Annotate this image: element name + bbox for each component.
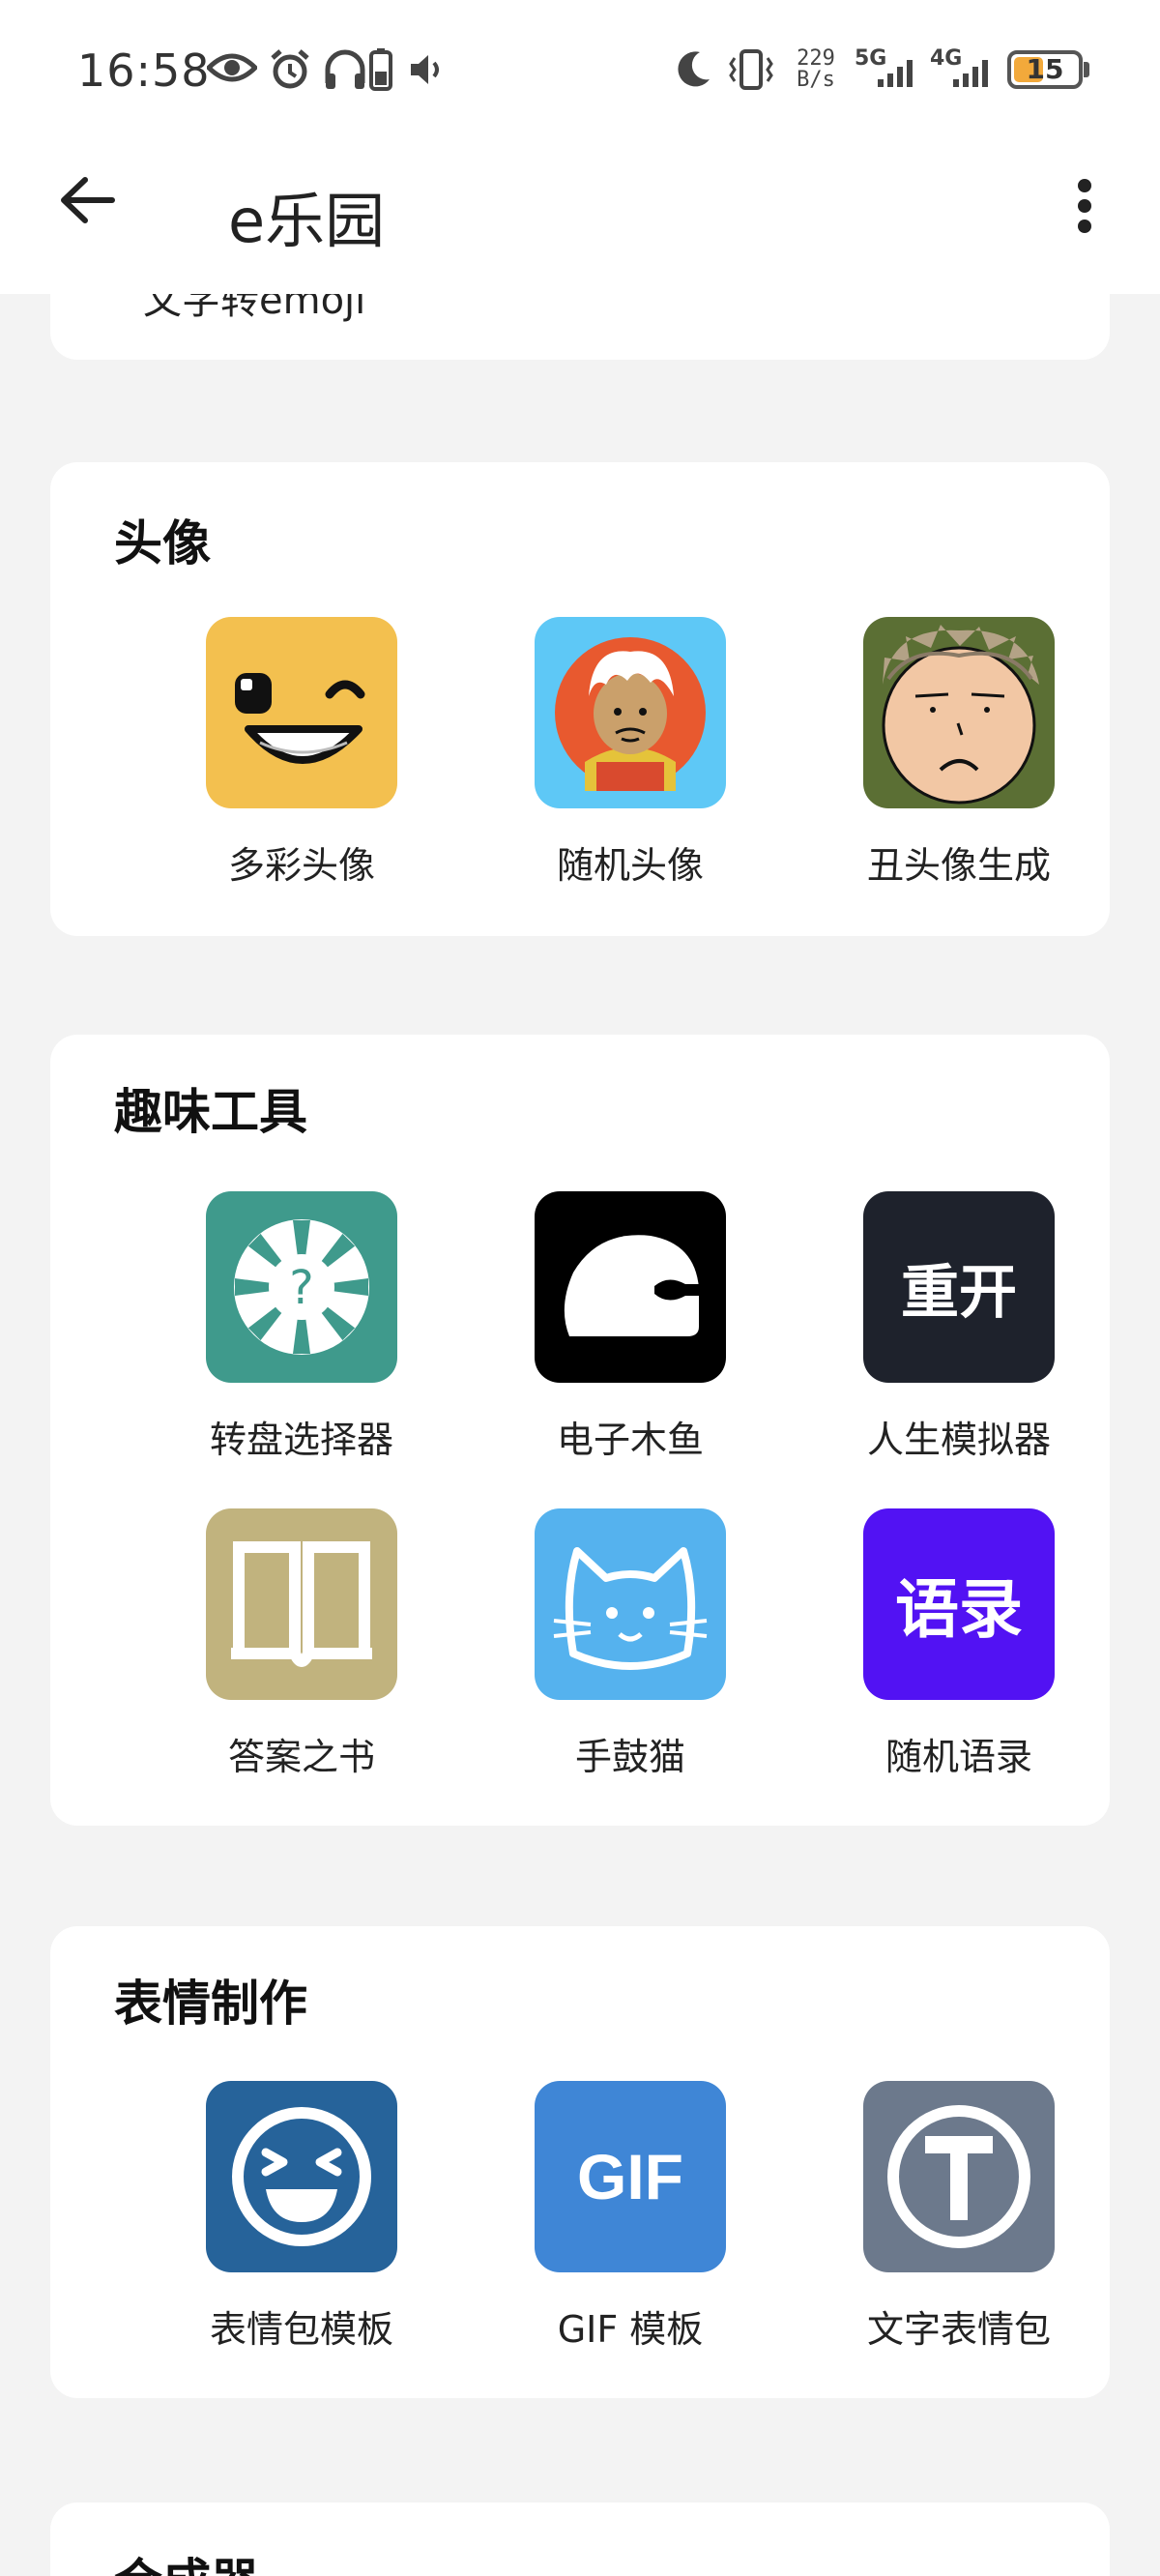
section-meme-maker: 表情制作 表情包模板 GIF GIF 模板 文字表情包 bbox=[50, 1926, 1110, 2398]
section-title: 表情制作 bbox=[114, 1976, 307, 2032]
tile-text-meme[interactable]: 文字表情包 bbox=[814, 2081, 1104, 2371]
arrow-left-icon[interactable] bbox=[54, 166, 122, 234]
tile-wooden-fish[interactable]: 电子木鱼 bbox=[485, 1191, 775, 1481]
net-speed-value: 229 bbox=[797, 46, 835, 71]
net-speed: 229 B/s bbox=[793, 48, 839, 91]
tile-label: 多彩头像 bbox=[227, 844, 375, 887]
tile-label: 手鼓猫 bbox=[574, 1736, 685, 1778]
status-time: 16:58 bbox=[77, 44, 211, 97]
section-title: 头像 bbox=[114, 515, 211, 571]
tile-label: 表情包模板 bbox=[209, 2308, 393, 2351]
tile-label: 电子木鱼 bbox=[556, 1419, 704, 1461]
tile-label: 人生模拟器 bbox=[866, 1419, 1051, 1461]
tile-random-avatar[interactable]: 随机头像 bbox=[485, 617, 775, 907]
restart-text-icon: 重开 bbox=[863, 1191, 1055, 1383]
tile-label: 转盘选择器 bbox=[209, 1419, 393, 1461]
vibrate-icon bbox=[729, 49, 773, 90]
cat-icon bbox=[535, 1508, 726, 1700]
tile-life-simulator[interactable]: 重开 人生模拟器 bbox=[814, 1191, 1104, 1481]
avatar-face-icon bbox=[535, 617, 726, 808]
tile-drum-cat[interactable]: 手鼓猫 bbox=[485, 1508, 775, 1799]
tile-meme-template[interactable]: 表情包模板 bbox=[157, 2081, 447, 2371]
text-t-icon bbox=[863, 2081, 1055, 2272]
net-speed-unit: B/s bbox=[797, 68, 835, 92]
section-title: 趣味工具 bbox=[114, 1084, 307, 1140]
headphones-icon bbox=[325, 49, 365, 89]
quotes-text-icon: 语录 bbox=[863, 1508, 1055, 1700]
section-synthesizer: 合成器 bbox=[50, 2503, 1110, 2576]
signal-icon bbox=[953, 60, 988, 87]
wooden-fish-icon bbox=[535, 1191, 726, 1383]
status-bar: 16:58 229 B/s 5G 4G 15 bbox=[0, 0, 1160, 141]
app-bar bbox=[0, 141, 1160, 294]
laugh-face-icon bbox=[206, 2081, 397, 2272]
alarm-icon bbox=[271, 49, 309, 89]
eye-icon bbox=[207, 53, 257, 82]
tile-wheel-picker[interactable]: ? 转盘选择器 bbox=[157, 1191, 447, 1481]
tile-label: 随机语录 bbox=[884, 1736, 1032, 1778]
tile-book-of-answers[interactable]: 答案之书 bbox=[157, 1508, 447, 1799]
tile-random-quotes[interactable]: 语录 随机语录 bbox=[814, 1508, 1104, 1799]
tile-ugly-avatar[interactable]: 丑头像生成 bbox=[814, 617, 1104, 907]
section-avatar: 头像 多彩头像 随机头像 丑头像生成 bbox=[50, 462, 1110, 936]
battery-level: 15 bbox=[1026, 53, 1064, 85]
svg-text:?: ? bbox=[289, 1261, 313, 1315]
tile-colorful-avatar[interactable]: 多彩头像 bbox=[157, 617, 447, 907]
tile-label: 丑头像生成 bbox=[866, 844, 1051, 887]
gif-text-icon: GIF bbox=[535, 2081, 726, 2272]
tile-label: 随机头像 bbox=[556, 844, 704, 887]
page-title: e乐园 bbox=[228, 186, 386, 256]
wink-face-icon bbox=[206, 617, 397, 808]
signal-icon bbox=[878, 60, 913, 87]
wheel-question-icon: ? bbox=[206, 1191, 397, 1383]
tile-label: 文字表情包 bbox=[866, 2308, 1051, 2351]
tile-gif-template[interactable]: GIF GIF 模板 bbox=[485, 2081, 775, 2371]
tile-label: GIF 模板 bbox=[557, 2308, 704, 2351]
battery-indicator: 15 bbox=[1007, 50, 1083, 89]
book-icon bbox=[206, 1508, 397, 1700]
section-fun-tools: 趣味工具 ? 转盘选择器 电子木鱼 重开 人生模拟器 答案之书 手鼓猫 语录 随… bbox=[50, 1035, 1110, 1826]
tile-label: 答案之书 bbox=[227, 1736, 375, 1778]
ugly-face-icon bbox=[863, 617, 1055, 808]
more-vert-icon[interactable] bbox=[1065, 172, 1104, 240]
phone-battery-icon bbox=[369, 48, 392, 91]
moon-icon bbox=[678, 51, 710, 87]
section-title: 合成器 bbox=[114, 2543, 259, 2576]
volume-icon bbox=[411, 55, 439, 84]
